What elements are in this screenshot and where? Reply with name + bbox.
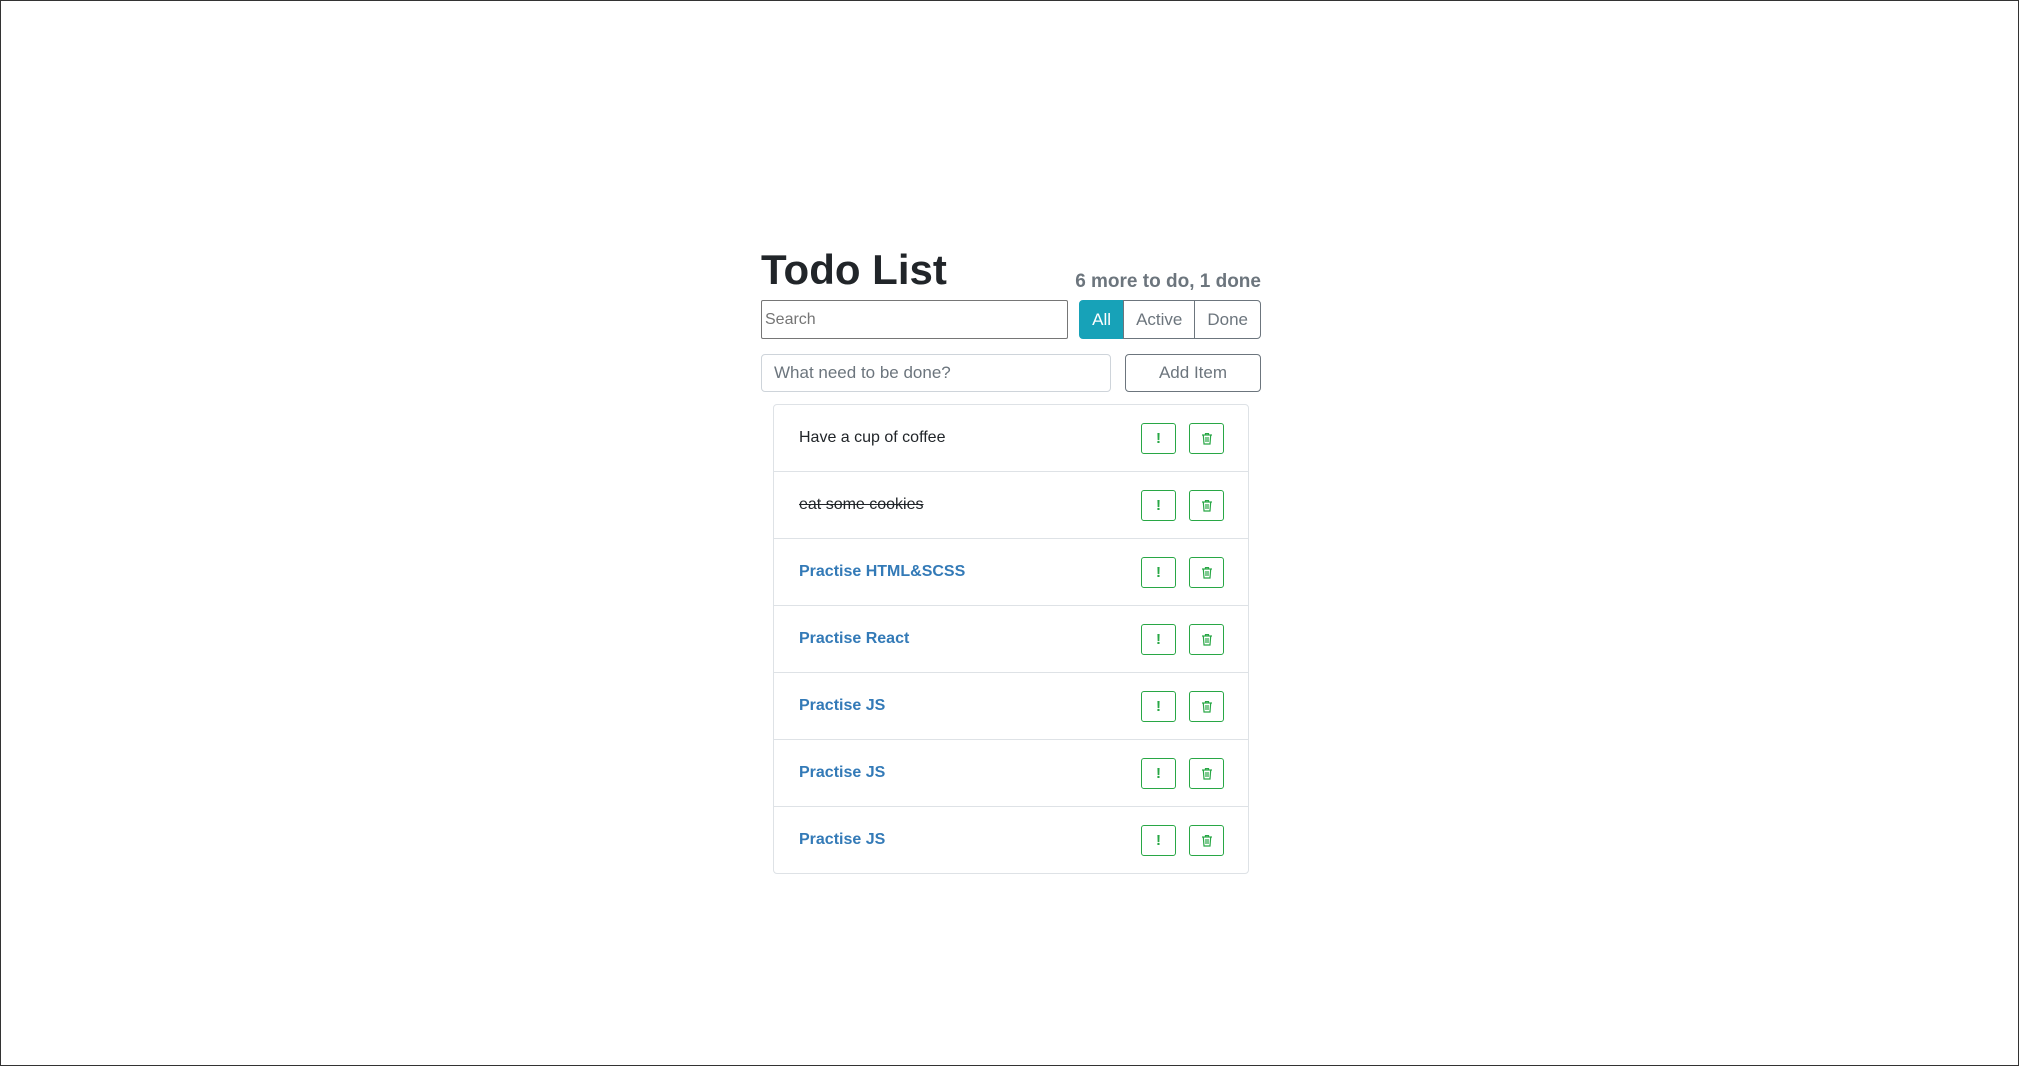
delete-item-button[interactable] [1189,623,1224,655]
todo-item-actions: ! [1141,757,1224,789]
filter-active-button[interactable]: Active [1123,300,1196,339]
todo-app: Todo List 6 more to do, 1 done All Activ… [761,245,1261,874]
trash-icon [1201,566,1213,579]
todo-item-label[interactable]: Practise JS [799,697,885,715]
todo-item-actions: ! [1141,489,1224,521]
todo-item-actions: ! [1141,422,1224,454]
todo-item-actions: ! [1141,556,1224,588]
exclamation-icon: ! [1156,831,1161,849]
todo-list-item: Practise JS ! [774,673,1248,740]
new-item-input[interactable] [761,354,1111,392]
todo-list-item: Practise JS ! [774,740,1248,807]
todo-list-item: Practise React ! [774,606,1248,673]
delete-item-button[interactable] [1189,824,1224,856]
todo-item-actions: ! [1141,690,1224,722]
exclamation-icon: ! [1156,630,1161,648]
delete-item-button[interactable] [1189,489,1224,521]
todo-item-label[interactable]: Practise React [799,630,909,648]
todo-list-item: Have a cup of coffee ! [774,405,1248,472]
mark-important-button[interactable]: ! [1141,623,1176,655]
todo-item-actions: ! [1141,623,1224,655]
todo-list-item: eat some cookies ! [774,472,1248,539]
exclamation-icon: ! [1156,563,1161,581]
mark-important-button[interactable]: ! [1141,489,1176,521]
mark-important-button[interactable]: ! [1141,690,1176,722]
filter-done-button[interactable]: Done [1194,300,1261,339]
todo-item-label[interactable]: Practise JS [799,831,885,849]
trash-icon [1201,700,1213,713]
todo-list: Have a cup of coffee ! eat some cookies … [773,404,1249,874]
exclamation-icon: ! [1156,697,1161,715]
add-item-form: Add Item [761,354,1261,392]
status-filter-group: All Active Done [1079,300,1261,339]
mark-important-button[interactable]: ! [1141,824,1176,856]
add-item-button[interactable]: Add Item [1125,354,1261,392]
todo-item-actions: ! [1141,824,1224,856]
trash-icon [1201,633,1213,646]
delete-item-button[interactable] [1189,422,1224,454]
mark-important-button[interactable]: ! [1141,422,1176,454]
todo-item-label[interactable]: Practise JS [799,764,885,782]
mark-important-button[interactable]: ! [1141,556,1176,588]
exclamation-icon: ! [1156,496,1161,514]
todo-item-label[interactable]: Have a cup of coffee [799,429,945,447]
todo-list-item: Practise HTML&SCSS ! [774,539,1248,606]
todo-item-label[interactable]: eat some cookies [799,496,924,514]
mark-important-button[interactable]: ! [1141,757,1176,789]
trash-icon [1201,499,1213,512]
exclamation-icon: ! [1156,764,1161,782]
delete-item-button[interactable] [1189,556,1224,588]
delete-item-button[interactable] [1189,690,1224,722]
app-title: Todo List [761,246,947,293]
search-input[interactable] [761,300,1068,339]
trash-icon [1201,767,1213,780]
todo-list-item: Practise JS ! [774,807,1248,873]
trash-icon [1201,432,1213,445]
delete-item-button[interactable] [1189,757,1224,789]
app-header: Todo List 6 more to do, 1 done [761,245,1261,295]
trash-icon [1201,834,1213,847]
filter-all-button[interactable]: All [1079,300,1125,339]
todo-status-count: 6 more to do, 1 done [1075,271,1261,292]
todo-item-label[interactable]: Practise HTML&SCSS [799,563,965,581]
exclamation-icon: ! [1156,429,1161,447]
search-panel: All Active Done [761,300,1261,339]
